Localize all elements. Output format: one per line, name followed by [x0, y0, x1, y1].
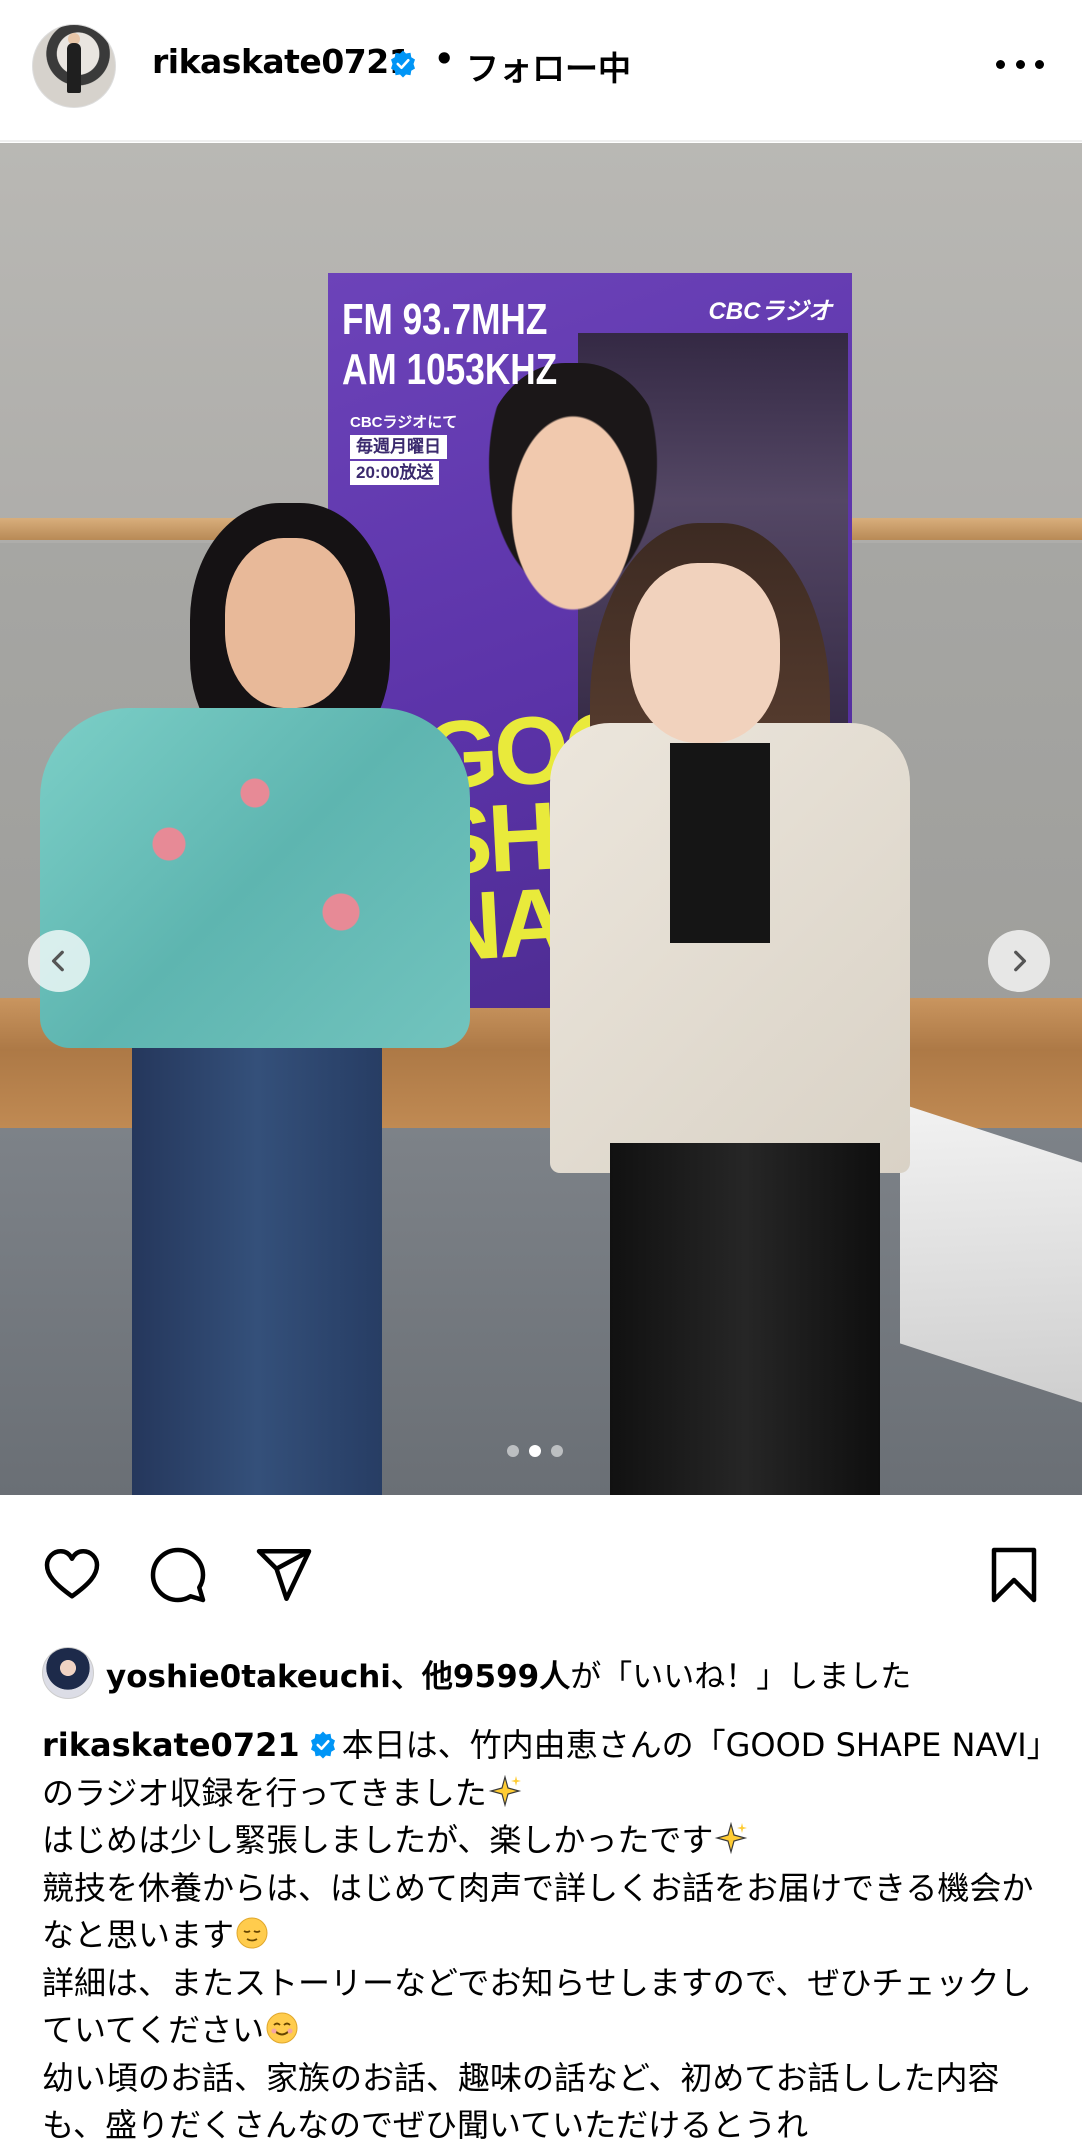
post-caption: rikaskate0721 本日は、竹内由恵さんの「GOOD SHAPE NAV… [42, 1722, 1075, 2150]
share-icon[interactable] [254, 1545, 314, 1605]
caption-line-2: はじめは少し緊張しましたが、楽しかったです [42, 1821, 714, 1859]
poster-fm: FM 93.7MHZ [342, 295, 548, 344]
caption-line-5: 幼い頃のお話、家族のお話、趣味の話など、初めてお話しした内容も、盛りだくさんなの… [42, 2058, 1000, 2145]
following-button[interactable]: フォロー中 [466, 42, 631, 90]
sparkles-emoji [488, 1774, 522, 1807]
caption-username[interactable]: rikaskate0721 [42, 1726, 300, 1764]
caption-line-3: 競技を休養からは、はじめて肉声で詳しくお話をお届けできる機会かなと思います [42, 1868, 1034, 1955]
poster-brand: CBCラジオ [708, 298, 832, 325]
liker-username[interactable]: yoshie0takeuchi [106, 1659, 391, 1695]
poster-schedule: CBCラジオにて 毎週月曜日 20:00放送 [350, 413, 457, 485]
person-left [40, 493, 470, 1495]
verified-icon [391, 50, 415, 78]
comment-icon[interactable] [148, 1545, 208, 1605]
divider [0, 140, 1082, 142]
carousel-prev-button[interactable] [28, 930, 90, 992]
chevron-left-icon [51, 950, 64, 972]
header-username[interactable]: rikaskate0721 [152, 42, 412, 81]
heart-icon[interactable] [42, 1545, 102, 1605]
bookmark-icon[interactable] [984, 1545, 1044, 1605]
likes-count[interactable]: 、他9599人 [391, 1659, 570, 1695]
carousel-dot [551, 1445, 563, 1457]
person-right [550, 523, 930, 1495]
caption-line-4: 詳細は、またストーリーなどでお知らせしますので、ぜひチェックしていてください [42, 1963, 1032, 2050]
poster-am: AM 1053KHZ [342, 345, 558, 394]
carousel-next-button[interactable] [988, 930, 1050, 992]
sparkles-emoji [715, 1821, 748, 1855]
verified-icon [310, 1731, 335, 1759]
liker-avatar[interactable] [42, 1647, 94, 1699]
likes-suffix: が「いいね！」しました [570, 1658, 912, 1695]
smiling-emoji [266, 2012, 298, 2044]
carousel-dot-active [529, 1445, 541, 1457]
header-separator: • [434, 40, 455, 78]
profile-avatar[interactable] [32, 24, 116, 108]
chevron-right-icon [1014, 950, 1027, 972]
post-image[interactable]: FM 93.7MHZ AM 1053KHZ CBCラジオ CBCラジオにて 毎週… [0, 143, 1082, 1495]
relieved-emoji [236, 1917, 268, 1949]
more-icon[interactable] [996, 40, 1044, 88]
carousel-indicator [507, 1445, 563, 1457]
likes-summary: yoshie0takeuchi、他9599人が「いいね！」しました [42, 1647, 912, 1699]
post-header: rikaskate0721 • フォロー中 [0, 0, 1082, 136]
carousel-dot [507, 1445, 519, 1457]
